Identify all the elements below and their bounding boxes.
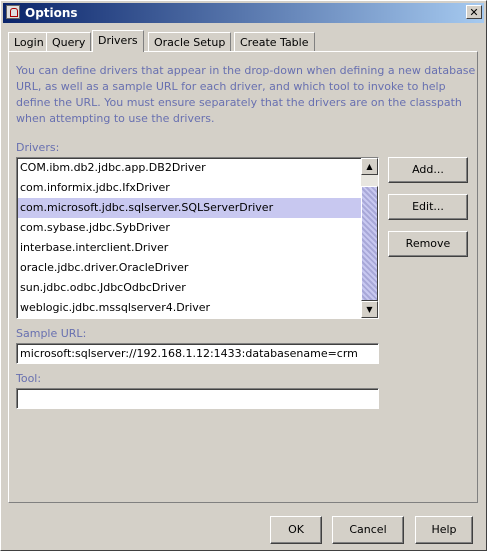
drivers-scrollbar[interactable]: ▲ ▼	[361, 158, 378, 318]
drivers-label: Drivers:	[16, 141, 60, 154]
drivers-description: You can define drivers that appear in th…	[16, 64, 476, 125]
tab-oracle-setup[interactable]: Oracle Setup	[148, 32, 232, 51]
remove-button[interactable]: Remove	[388, 231, 468, 257]
drivers-list[interactable]: COM.ibm.db2.jdbc.app.DB2Driver com.infor…	[16, 157, 379, 319]
cancel-button[interactable]: Cancel	[332, 516, 404, 544]
tab-query[interactable]: Query	[46, 32, 92, 51]
sample-url-label: Sample URL:	[16, 327, 87, 340]
close-button[interactable]: ✕	[466, 5, 482, 19]
tab-create-table[interactable]: Create Table	[234, 32, 315, 51]
tab-drivers[interactable]: Drivers	[92, 30, 144, 52]
list-item[interactable]: com.microsoft.jdbc.sqlserver.SQLServerDr…	[18, 198, 362, 218]
list-item[interactable]: com.informix.jdbc.IfxDriver	[18, 178, 362, 198]
tab-login[interactable]: Login	[8, 32, 50, 51]
list-item[interactable]: com.sybase.jdbc.SybDriver	[18, 218, 362, 238]
app-icon	[6, 5, 20, 19]
scroll-down-icon[interactable]: ▼	[361, 301, 378, 318]
list-item[interactable]: interbase.interclient.Driver	[18, 238, 362, 258]
sample-url-field[interactable]: microsoft:sqlserver://192.168.1.12:1433:…	[16, 343, 379, 364]
ok-button[interactable]: OK	[270, 516, 322, 544]
help-button[interactable]: Help	[415, 516, 473, 544]
tool-label: Tool:	[16, 372, 42, 385]
list-item[interactable]: oracle.jdbc.driver.OracleDriver	[18, 258, 362, 278]
list-item[interactable]: COM.ibm.db2.jdbc.app.DB2Driver	[18, 158, 362, 178]
edit-button[interactable]: Edit...	[388, 194, 468, 220]
add-button[interactable]: Add...	[388, 157, 468, 183]
scroll-up-icon[interactable]: ▲	[361, 158, 378, 175]
scroll-thumb[interactable]	[361, 186, 378, 301]
list-item[interactable]: sun.jdbc.odbc.JdbcOdbcDriver	[18, 278, 362, 298]
window-title: Options	[25, 6, 78, 20]
title-bar[interactable]: Options ✕	[3, 3, 484, 23]
list-item[interactable]: weblogic.jdbc.mssqlserver4.Driver	[18, 298, 362, 318]
tool-field[interactable]	[16, 388, 379, 409]
